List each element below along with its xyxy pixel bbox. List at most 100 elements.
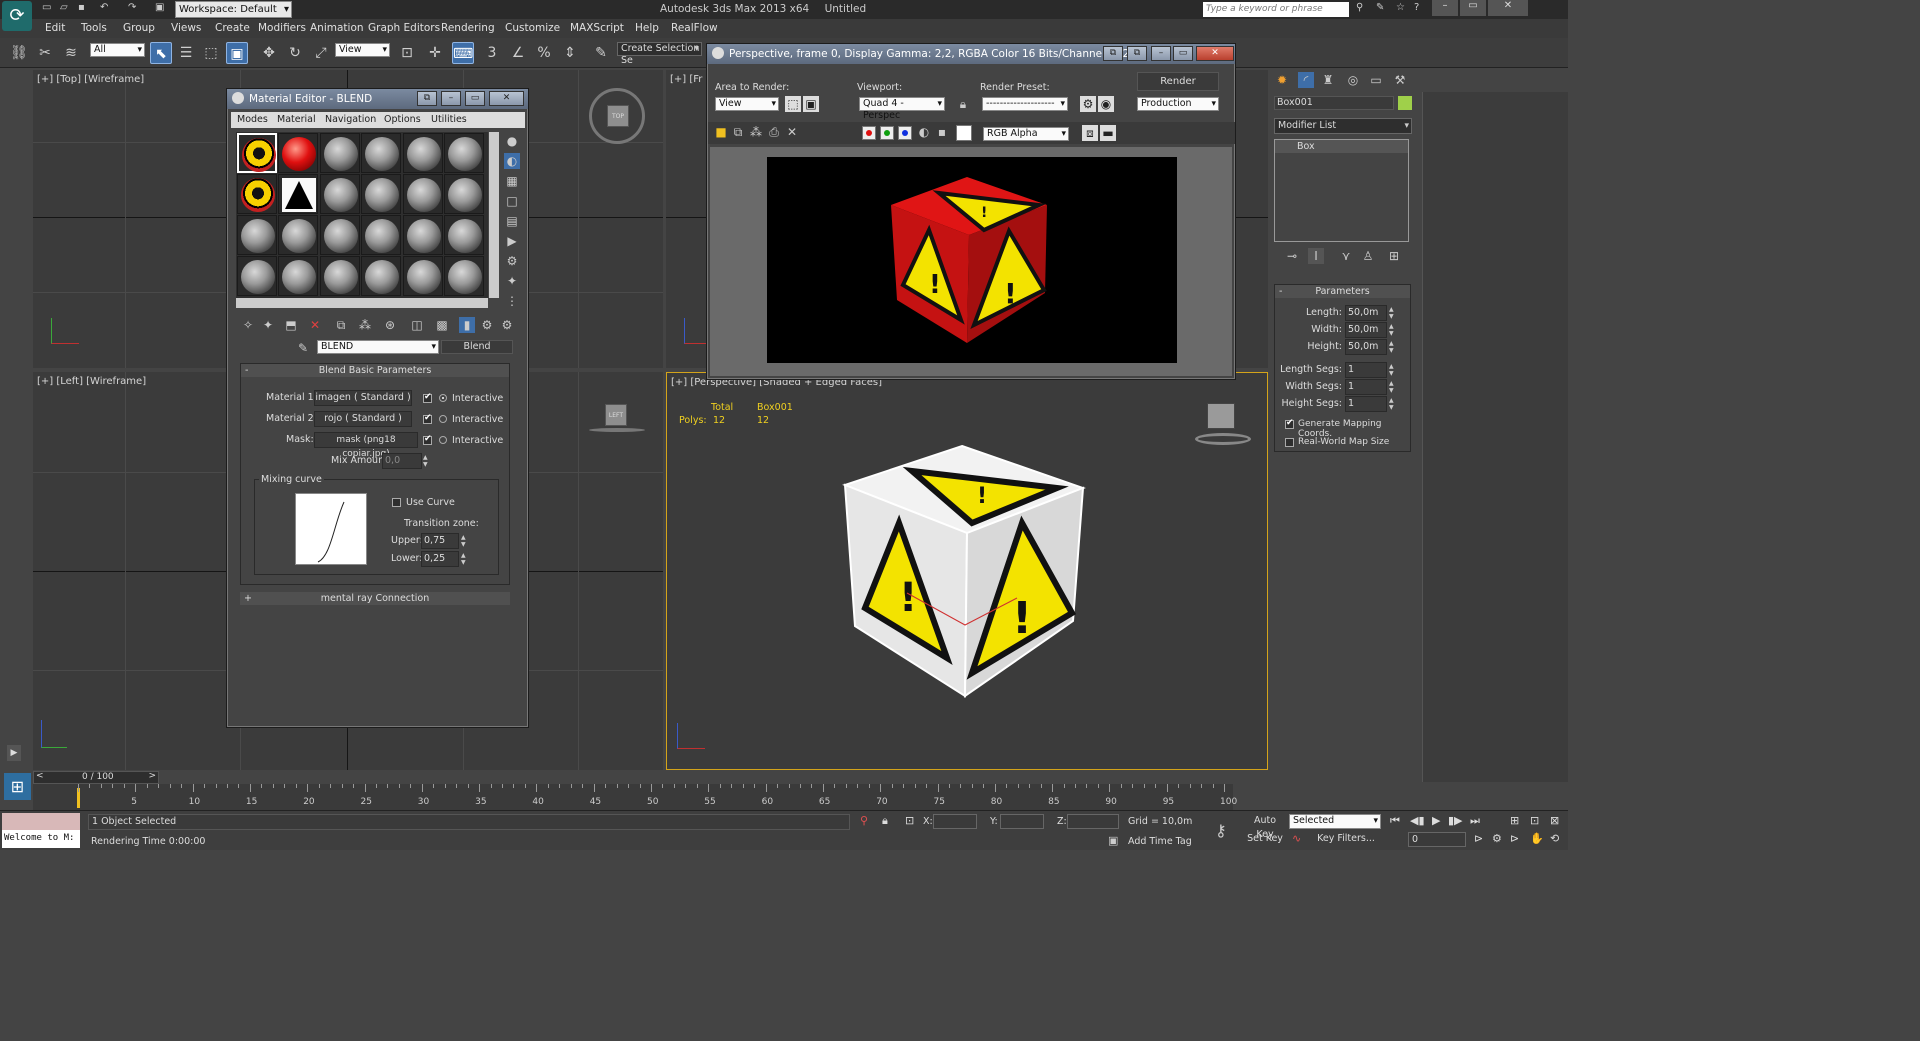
- configure-modifier-sets-icon[interactable]: ⊞: [1386, 248, 1402, 264]
- blue-channel-toggle[interactable]: [898, 126, 912, 140]
- green-channel-toggle[interactable]: [880, 126, 894, 140]
- zoom-extents-icon[interactable]: ⊠: [1550, 814, 1559, 827]
- save-image-icon[interactable]: ■: [713, 124, 729, 140]
- toggle-ui-overlay-icon[interactable]: ⧈: [1082, 125, 1098, 141]
- absolute-mode-icon[interactable]: ⊡: [905, 814, 914, 827]
- go-to-parent-icon[interactable]: ▮: [459, 317, 475, 333]
- sample-type-icon[interactable]: ●: [504, 133, 520, 149]
- material1-button[interactable]: imagen ( Standard ): [314, 390, 412, 406]
- menu-maxscript[interactable]: MAXScript: [570, 22, 624, 34]
- display-tab-icon[interactable]: ▭: [1368, 72, 1384, 88]
- menu-group[interactable]: Group: [123, 22, 155, 34]
- isolate-selection-icon[interactable]: ⚲: [860, 814, 868, 827]
- named-selection-set-dropdown[interactable]: Create Selection Se: [617, 42, 702, 66]
- viewport-layout-icon[interactable]: ⊞: [4, 773, 31, 800]
- tools-icon[interactable]: ✎: [1376, 2, 1384, 13]
- show-end-result-icon[interactable]: ▩: [434, 317, 450, 333]
- scale-icon[interactable]: ⤢: [310, 42, 332, 64]
- me-menu-material[interactable]: Material: [277, 114, 316, 125]
- toggle-ui-icon[interactable]: ▬: [1100, 125, 1116, 141]
- select-by-name-icon[interactable]: ☰: [175, 42, 197, 64]
- sample-slot[interactable]: [237, 215, 277, 255]
- upper-input[interactable]: 0,75: [421, 533, 459, 549]
- generate-mapping-checkbox[interactable]: [1285, 418, 1294, 429]
- render-setup-icon[interactable]: ⚙: [1080, 96, 1096, 112]
- go-forward-icon[interactable]: ⚙: [479, 317, 495, 333]
- sample-slot[interactable]: [361, 215, 401, 255]
- sample-slots-hscrollbar[interactable]: [236, 298, 488, 308]
- red-channel-toggle[interactable]: [862, 126, 876, 140]
- viewport-top-label[interactable]: [+] [Top] [Wireframe]: [37, 74, 144, 85]
- material1-interactive-radio[interactable]: [439, 394, 447, 402]
- menu-modifiers[interactable]: Modifiers: [258, 22, 306, 34]
- me-menu-options[interactable]: Options: [384, 114, 421, 125]
- mix-amount-input[interactable]: 0,0: [382, 453, 422, 469]
- add-time-tag-button[interactable]: Add Time Tag: [1128, 836, 1192, 847]
- real-world-map-checkbox[interactable]: [1285, 438, 1294, 447]
- next-frame-icon[interactable]: ▮▶: [1448, 814, 1463, 827]
- rendered-frame-window[interactable]: Perspective, frame 0, Display Gamma: 2,2…: [706, 43, 1236, 380]
- reference-coordinate-dropdown[interactable]: View: [335, 43, 390, 57]
- width-spinner[interactable]: ▲ ▼: [1389, 323, 1397, 337]
- sample-slot[interactable]: [237, 174, 277, 214]
- sample-slot[interactable]: [278, 215, 318, 255]
- y-coordinate-input[interactable]: [1000, 814, 1044, 829]
- time-tag-icon[interactable]: ▣: [1108, 834, 1118, 847]
- go-to-sibling-icon[interactable]: ⚙: [499, 317, 515, 333]
- maxscript-mini-listener[interactable]: Welcome to M:: [2, 830, 80, 848]
- make-unique-icon[interactable]: ⧉: [333, 317, 349, 333]
- set-key-button[interactable]: Set Key: [1245, 832, 1285, 848]
- mask-enable-checkbox[interactable]: [423, 434, 432, 445]
- app-logo-icon[interactable]: ⟳: [2, 1, 32, 31]
- mix-amount-spinner[interactable]: ▲ ▼: [423, 454, 431, 468]
- play-icon[interactable]: ▶: [1432, 814, 1440, 827]
- lower-input[interactable]: 0,25: [421, 551, 459, 567]
- motion-tab-icon[interactable]: ◎: [1345, 72, 1361, 88]
- put-to-library-icon[interactable]: ⁂: [357, 317, 373, 333]
- angle-snap-icon[interactable]: ∠: [507, 42, 529, 64]
- percent-snap-icon[interactable]: %: [533, 42, 555, 64]
- hierarchy-tab-icon[interactable]: ♜: [1320, 72, 1336, 88]
- modifier-list-dropdown[interactable]: Modifier List: [1274, 118, 1412, 134]
- menu-animation[interactable]: Animation: [310, 22, 364, 34]
- length-input[interactable]: 50,0m: [1345, 305, 1387, 321]
- mental-ray-rollout-header[interactable]: + mental ray Connection: [240, 592, 510, 605]
- time-configuration-icon[interactable]: ⚙: [1492, 832, 1502, 845]
- uv-tiling-icon[interactable]: □: [504, 193, 520, 209]
- close-button[interactable]: ✕: [1488, 0, 1528, 16]
- sample-slot[interactable]: [278, 174, 318, 214]
- pin-stack-icon[interactable]: ⊸: [1284, 248, 1300, 264]
- options-icon[interactable]: ⚙: [504, 253, 520, 269]
- material-editor-minimize-button[interactable]: –: [441, 91, 461, 106]
- link-icon[interactable]: ⛓: [8, 42, 30, 64]
- material-editor-window[interactable]: Material Editor - BLEND ⧉ – ▭ ✕ Modes Ma…: [226, 88, 529, 728]
- key-mode-icon[interactable]: ⚷: [1215, 821, 1227, 840]
- print-image-icon[interactable]: ⎙: [766, 124, 782, 140]
- minimize-button[interactable]: –: [1432, 0, 1458, 16]
- me-menu-utilities[interactable]: Utilities: [431, 114, 467, 125]
- length-segs-input[interactable]: 1: [1345, 362, 1387, 378]
- time-slider-next-icon[interactable]: >: [148, 771, 156, 781]
- sample-slot[interactable]: [444, 215, 484, 255]
- window-crossing-icon[interactable]: ▣: [226, 42, 248, 64]
- background-icon[interactable]: ▦: [504, 173, 520, 189]
- menu-views[interactable]: Views: [171, 22, 201, 34]
- menu-graph-editors[interactable]: Graph Editors: [368, 22, 440, 34]
- height-input[interactable]: 50,0m: [1345, 339, 1387, 355]
- width-segs-input[interactable]: 1: [1345, 379, 1387, 395]
- auto-region-icon[interactable]: ▣: [803, 96, 819, 112]
- zoom-all-icon[interactable]: ⊡: [1530, 814, 1539, 827]
- modify-tab-icon[interactable]: ◜: [1298, 72, 1314, 88]
- selection-filter-dropdown[interactable]: All: [90, 43, 145, 57]
- clear-icon[interactable]: ✕: [784, 124, 800, 140]
- binoculars-icon[interactable]: ⚲: [1356, 2, 1363, 13]
- pan-view-icon[interactable]: ✋: [1530, 832, 1544, 845]
- viewcube-face-left[interactable]: LEFT: [605, 404, 627, 426]
- new-file-icon[interactable]: ▭: [42, 2, 51, 13]
- render-window-minimize-button[interactable]: –: [1151, 46, 1171, 61]
- blend-rollout-header[interactable]: - Blend Basic Parameters: [241, 364, 509, 377]
- select-object-icon[interactable]: ⬉: [150, 42, 172, 64]
- height-segs-spinner[interactable]: ▲ ▼: [1389, 397, 1397, 411]
- viewcube-perspective[interactable]: [1195, 401, 1251, 449]
- sample-slot[interactable]: [403, 215, 443, 255]
